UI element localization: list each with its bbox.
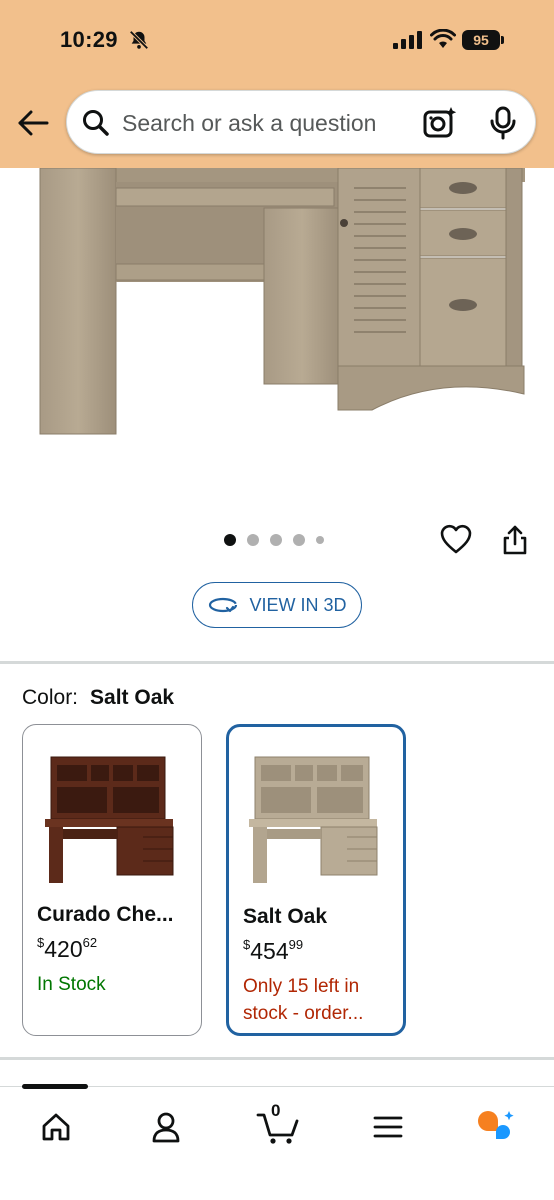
color-thumbnail bbox=[45, 756, 174, 883]
pagination-dot[interactable] bbox=[293, 534, 305, 546]
header: 10:29 95 Search or ask a question bbox=[0, 0, 554, 168]
active-tab-indicator bbox=[22, 1084, 88, 1089]
pagination-dot[interactable] bbox=[247, 534, 259, 546]
view-in-3d-label: VIEW IN 3D bbox=[249, 594, 347, 615]
nav-rufus[interactable] bbox=[466, 1105, 526, 1149]
availability-text: Only 15 left in stock - order... bbox=[243, 976, 364, 1024]
color-option-price: $42062 bbox=[37, 935, 97, 963]
color-option-price: $45499 bbox=[243, 937, 303, 965]
nav-menu[interactable] bbox=[358, 1105, 418, 1149]
rufus-icon bbox=[478, 1111, 514, 1139]
nav-account[interactable] bbox=[136, 1105, 196, 1149]
availability-text: In Stock bbox=[37, 974, 106, 995]
pagination-dot[interactable] bbox=[224, 534, 236, 546]
color-option-name: Curado Che... bbox=[37, 903, 174, 926]
price-fraction: 62 bbox=[82, 935, 98, 950]
cart-count: 0 bbox=[271, 1101, 281, 1120]
image-pagination[interactable] bbox=[224, 534, 324, 546]
microphone-icon[interactable] bbox=[489, 106, 517, 140]
status-time: 10:29 bbox=[60, 27, 118, 52]
section-divider bbox=[0, 1057, 554, 1060]
product-image[interactable] bbox=[0, 168, 554, 508]
pagination-dot[interactable] bbox=[270, 534, 282, 546]
bottom-navigation: 0 bbox=[0, 1084, 554, 1200]
battery-cap bbox=[501, 36, 504, 44]
camera-lens-icon[interactable] bbox=[422, 106, 458, 140]
color-label: Color: Salt Oak bbox=[22, 686, 174, 710]
price-fraction: 99 bbox=[288, 937, 304, 952]
color-option-curado-cherry[interactable]: Curado Che... $42062 In Stock bbox=[22, 724, 202, 1036]
home-icon bbox=[42, 1113, 70, 1141]
section-divider bbox=[0, 661, 554, 664]
menu-icon bbox=[373, 1116, 403, 1138]
price-whole: 454 bbox=[250, 938, 289, 964]
nav-home[interactable] bbox=[26, 1105, 86, 1149]
share-icon[interactable] bbox=[500, 524, 530, 556]
rotate-3d-icon bbox=[209, 597, 238, 613]
price-whole: 420 bbox=[44, 936, 83, 962]
color-option-name: Salt Oak bbox=[243, 905, 328, 928]
signal-icon bbox=[393, 31, 422, 49]
color-option-salt-oak[interactable]: Salt Oak $45499 Only 15 left in stock - … bbox=[226, 724, 406, 1036]
selected-color-value: Salt Oak bbox=[90, 686, 175, 709]
search-bar[interactable]: Search or ask a question bbox=[66, 90, 536, 154]
view-in-3d-button[interactable]: VIEW IN 3D bbox=[192, 582, 362, 628]
wifi-icon bbox=[430, 29, 456, 48]
color-label-text: Color: bbox=[22, 686, 79, 709]
pagination-dot[interactable] bbox=[316, 536, 324, 544]
heart-icon[interactable] bbox=[439, 522, 473, 556]
account-icon bbox=[152, 1112, 180, 1143]
back-arrow-icon[interactable] bbox=[14, 104, 52, 142]
battery-indicator: 95 bbox=[462, 30, 500, 50]
search-icon bbox=[83, 110, 109, 136]
color-thumbnail bbox=[249, 756, 378, 883]
search-input[interactable]: Search or ask a question bbox=[122, 110, 376, 137]
nav-cart[interactable]: 0 bbox=[248, 1101, 308, 1149]
bell-off-icon bbox=[129, 30, 149, 50]
